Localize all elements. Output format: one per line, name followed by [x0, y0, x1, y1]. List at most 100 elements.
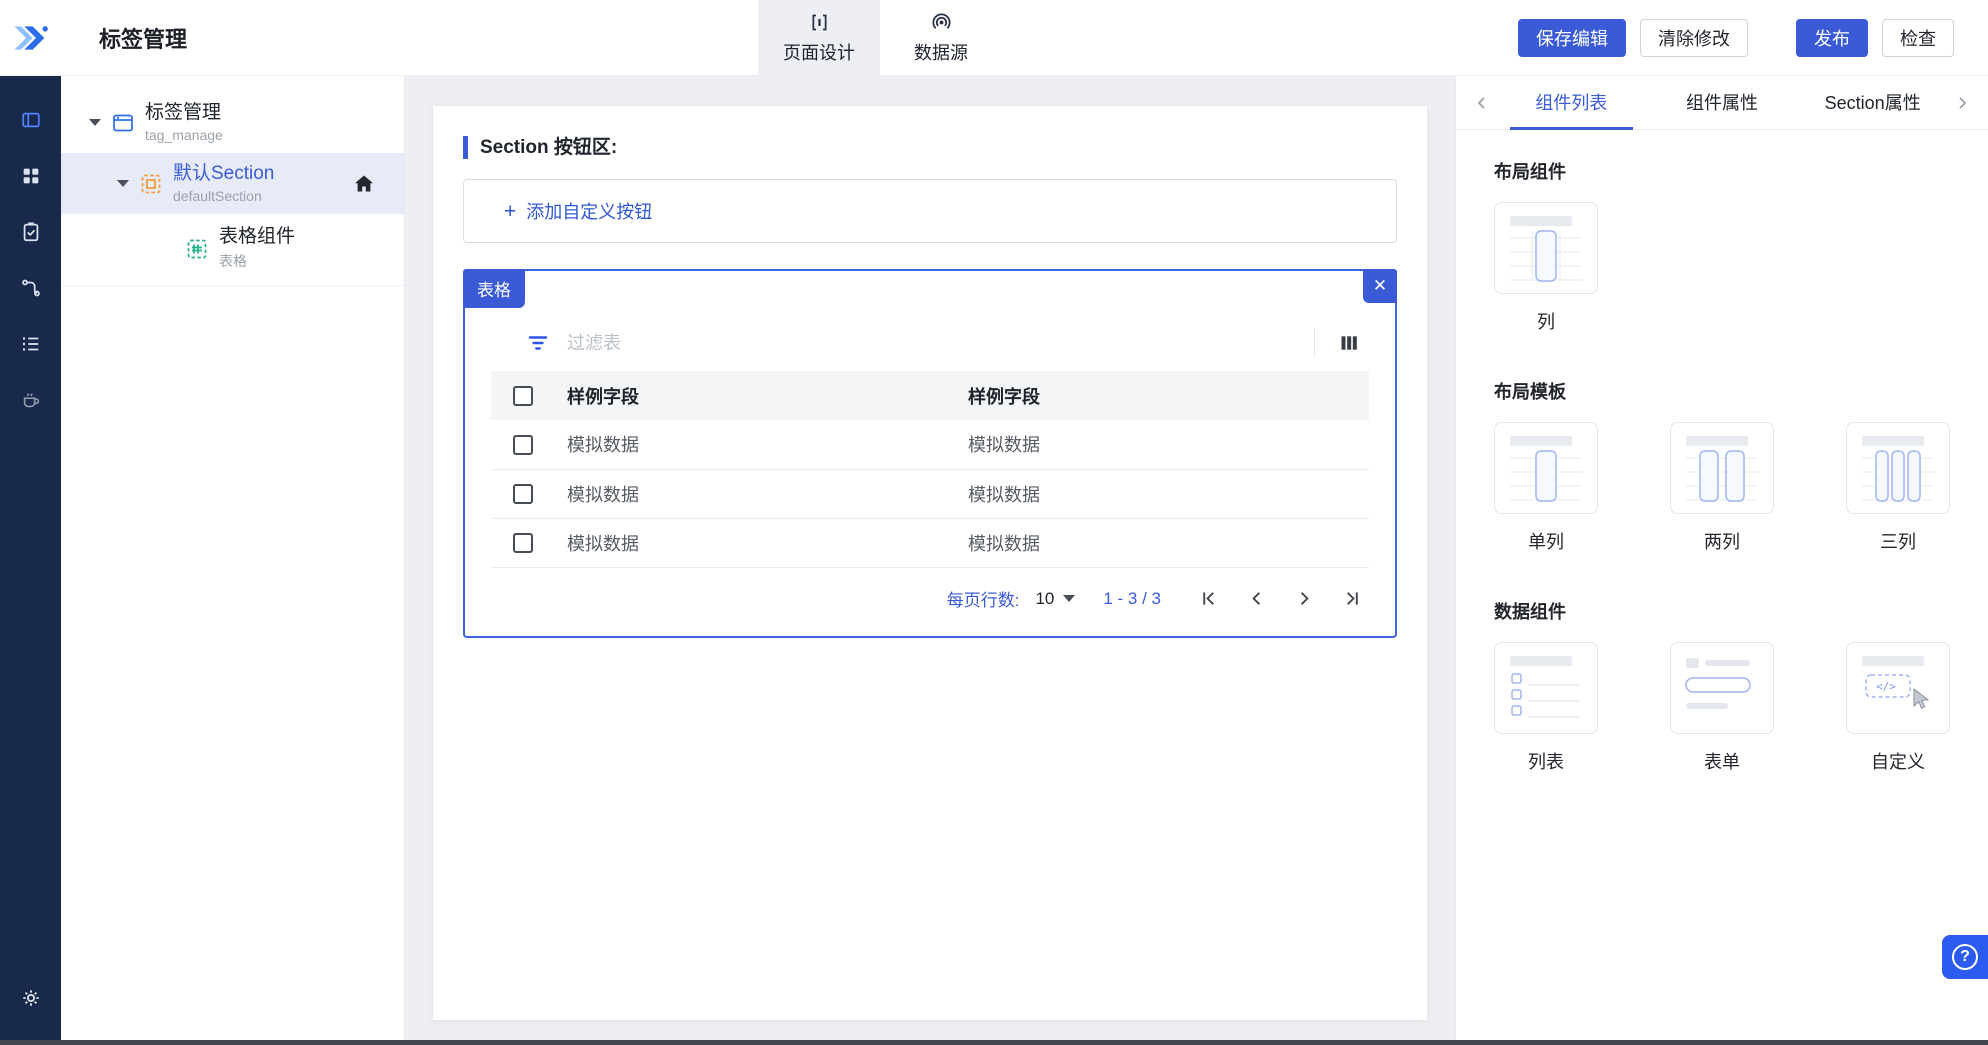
tab-page-design[interactable]: 页面设计 — [758, 0, 880, 76]
tabs-scroll-left-icon[interactable] — [1468, 76, 1496, 130]
tree-table-label: 表格组件 — [219, 226, 296, 247]
right-panel: 组件列表 组件属性 Section属性 布局组件 列 布局模板 单列 两列 三列… — [1455, 76, 1988, 1040]
template-card-two-columns[interactable]: 两列 — [1670, 422, 1774, 554]
table-header-row: 样例字段 样例字段 — [491, 371, 1369, 420]
custom-thumbnail-icon: </> — [1846, 642, 1950, 734]
tab-data-source-label: 数据源 — [914, 42, 968, 63]
data-card-label: 表单 — [1704, 752, 1740, 772]
check-button[interactable]: 检查 — [1882, 18, 1954, 57]
home-icon[interactable] — [352, 172, 376, 196]
row-checkbox[interactable] — [513, 434, 533, 455]
last-page-button[interactable] — [1335, 582, 1369, 616]
nav-list-icon[interactable] — [0, 316, 61, 372]
section-buttons-title: Section 按钮区: — [463, 136, 1397, 159]
nav-page-designer-icon[interactable] — [0, 92, 61, 148]
component-tree-panel: 标签管理 tag_manage 默认Section defaultSection — [61, 76, 405, 1040]
table-cell: 模拟数据 — [968, 469, 1369, 519]
tabs-scroll-right-icon[interactable] — [1948, 76, 1976, 130]
row-checkbox[interactable] — [513, 533, 533, 554]
table-widget[interactable]: 表格 ✕ 过滤表 样例字段 样例字段 模拟数据 模拟数据 模拟数据 模拟数据 模… — [463, 269, 1397, 638]
column-settings-icon[interactable] — [1339, 333, 1359, 353]
design-canvas: Section 按钮区: + 添加自定义按钮 表格 ✕ 过滤表 样例字段 样例字… — [405, 76, 1455, 1040]
data-card-label: 列表 — [1528, 752, 1564, 772]
tree-node-table[interactable]: 表格组件 表格 — [61, 214, 404, 286]
section-heading: 布局组件 — [1494, 162, 1566, 182]
app-logo[interactable] — [0, 0, 61, 76]
left-nav-rail — [0, 76, 61, 1040]
data-source-icon — [931, 12, 952, 34]
next-page-button[interactable] — [1287, 582, 1321, 616]
tree-table-sub: 表格 — [219, 253, 247, 269]
window-bottom-edge — [0, 1040, 1988, 1045]
designer-mode-tabs: 页面设计 数据源 — [758, 0, 1002, 76]
data-card-custom[interactable]: </> 自定义 — [1846, 642, 1950, 774]
component-card-column[interactable]: 列 — [1494, 202, 1598, 334]
data-components-section: 数据组件 列表 表单 </> 自定义 — [1494, 598, 1950, 774]
section-heading: 数据组件 — [1494, 602, 1566, 622]
add-custom-button[interactable]: + 添加自定义按钮 — [463, 179, 1397, 243]
template-card-one-column[interactable]: 单列 — [1494, 422, 1598, 554]
component-card-label: 列 — [1537, 312, 1555, 332]
prev-page-button[interactable] — [1239, 582, 1273, 616]
template-card-three-columns[interactable]: 三列 — [1846, 422, 1950, 554]
table-cell: 模拟数据 — [968, 518, 1369, 568]
select-all-checkbox[interactable] — [513, 386, 533, 407]
template-card-label: 两列 — [1704, 532, 1740, 552]
question-mark-icon: ? — [1952, 944, 1978, 970]
column-header: 样例字段 — [968, 386, 1040, 407]
preview-table: 样例字段 样例字段 模拟数据 模拟数据 模拟数据 模拟数据 模拟数据 模拟数据 — [491, 371, 1369, 568]
column-thumbnail-icon — [1494, 202, 1598, 294]
nav-java-icon[interactable] — [0, 372, 61, 428]
tree-node-root[interactable]: 标签管理 tag_manage — [61, 96, 404, 153]
clear-changes-button[interactable]: 清除修改 — [1640, 18, 1748, 57]
nav-components-icon[interactable] — [0, 148, 61, 204]
list-thumbnail-icon — [1494, 642, 1598, 734]
tree-root-label: 标签管理 — [145, 102, 222, 123]
rows-per-page-label: 每页行数: — [946, 591, 1020, 610]
template-card-label: 单列 — [1528, 532, 1564, 552]
widget-close-button[interactable]: ✕ — [1363, 269, 1397, 303]
settings-gear-icon[interactable] — [0, 970, 61, 1026]
caret-down-icon[interactable] — [89, 119, 101, 126]
save-edit-button[interactable]: 保存编辑 — [1518, 18, 1626, 57]
pagination-bar: 每页行数: 10 1 - 3 / 3 — [491, 568, 1369, 630]
nav-tasks-icon[interactable] — [0, 204, 61, 260]
page-design-icon — [809, 12, 830, 34]
add-custom-button-label: 添加自定义按钮 — [526, 202, 653, 222]
first-page-button[interactable] — [1191, 582, 1225, 616]
tab-component-list[interactable]: 组件列表 — [1496, 76, 1647, 130]
table-cell: 模拟数据 — [567, 518, 968, 568]
header-actions: 保存编辑 清除修改 发布 检查 — [1518, 18, 1988, 57]
nav-flow-icon[interactable] — [0, 260, 61, 316]
filter-table-input[interactable] — [567, 332, 1302, 354]
app: 标签管理 页面设计 数据源 保存编辑 清除修改 发布 检查 标签管理 tag_m… — [0, 0, 1988, 1045]
data-card-form[interactable]: 表单 — [1670, 642, 1774, 774]
rows-per-page-select[interactable]: 10 — [1035, 588, 1076, 609]
tab-component-props[interactable]: 组件属性 — [1647, 76, 1798, 130]
tab-data-source[interactable]: 数据源 — [880, 0, 1002, 76]
section-card: Section 按钮区: + 添加自定义按钮 表格 ✕ 过滤表 样例字段 样例字… — [433, 106, 1427, 1020]
caret-down-icon[interactable] — [117, 180, 129, 187]
help-button[interactable]: ? — [1942, 935, 1988, 979]
component-library: 布局组件 列 布局模板 单列 两列 三列 数据组件 列表 表单 </> 自定义 — [1456, 130, 1988, 846]
data-card-list[interactable]: 列表 — [1494, 642, 1598, 774]
rows-per-page-value: 10 — [1035, 588, 1055, 608]
page-title: 标签管理 — [99, 26, 188, 52]
template-card-label: 三列 — [1880, 532, 1916, 552]
section-node-icon — [139, 172, 163, 196]
tree-node-section[interactable]: 默认Section defaultSection — [61, 153, 404, 214]
page-node-icon — [111, 111, 135, 135]
tree-section-label: 默认Section — [173, 163, 275, 184]
row-checkbox[interactable] — [513, 484, 533, 505]
table-row[interactable]: 模拟数据 模拟数据 — [491, 518, 1369, 568]
publish-button[interactable]: 发布 — [1796, 18, 1868, 57]
filter-icon — [527, 332, 549, 354]
tab-section-props[interactable]: Section属性 — [1797, 76, 1948, 130]
widget-type-badge: 表格 — [463, 269, 525, 308]
table-row[interactable]: 模拟数据 模拟数据 — [491, 420, 1369, 470]
divider — [1314, 328, 1315, 358]
table-row[interactable]: 模拟数据 模拟数据 — [491, 469, 1369, 519]
chevron-down-icon — [1063, 595, 1076, 602]
tree-root-sub: tag_manage — [145, 127, 223, 143]
table-filter-row — [491, 315, 1369, 371]
